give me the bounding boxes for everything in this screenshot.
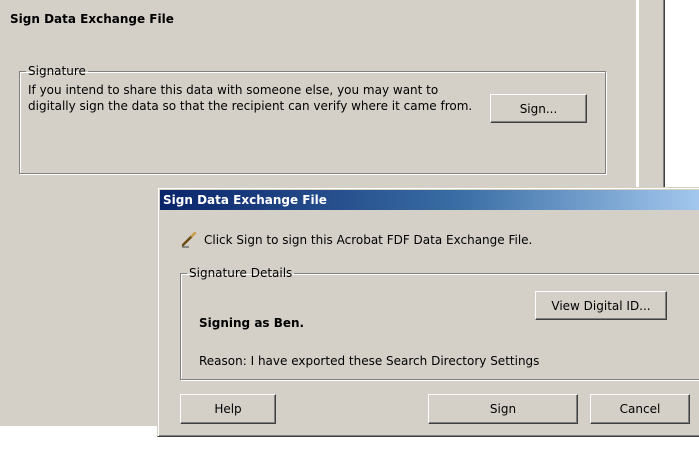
cancel-button[interactable]: Cancel [590, 394, 690, 424]
help-button[interactable]: Help [180, 394, 276, 424]
signature-description: If you intend to share this data with so… [28, 83, 473, 113]
page-title: Sign Data Exchange File [10, 12, 174, 26]
sign-ellipsis-button[interactable]: Sign... [490, 94, 587, 123]
signature-group-legend: Signature [28, 64, 86, 78]
dialog-instruction: Click Sign to sign this Acrobat FDF Data… [204, 233, 533, 247]
sign-button[interactable]: Sign [428, 394, 578, 424]
pen-icon [181, 231, 197, 248]
dialog-titlebar[interactable]: Sign Data Exchange File [160, 190, 699, 210]
dialog-title: Sign Data Exchange File [163, 193, 327, 207]
signature-details-group: Signature Details Signing as Ben. Reason… [180, 266, 699, 380]
view-digital-id-button[interactable]: View Digital ID... [535, 291, 667, 320]
signature-details-legend: Signature Details [189, 266, 293, 280]
sign-dialog: Sign Data Exchange File Click Sign to si… [157, 187, 699, 437]
reason-label: Reason: I have exported these Search Dir… [199, 354, 540, 368]
signing-as-label: Signing as Ben. [199, 316, 305, 330]
